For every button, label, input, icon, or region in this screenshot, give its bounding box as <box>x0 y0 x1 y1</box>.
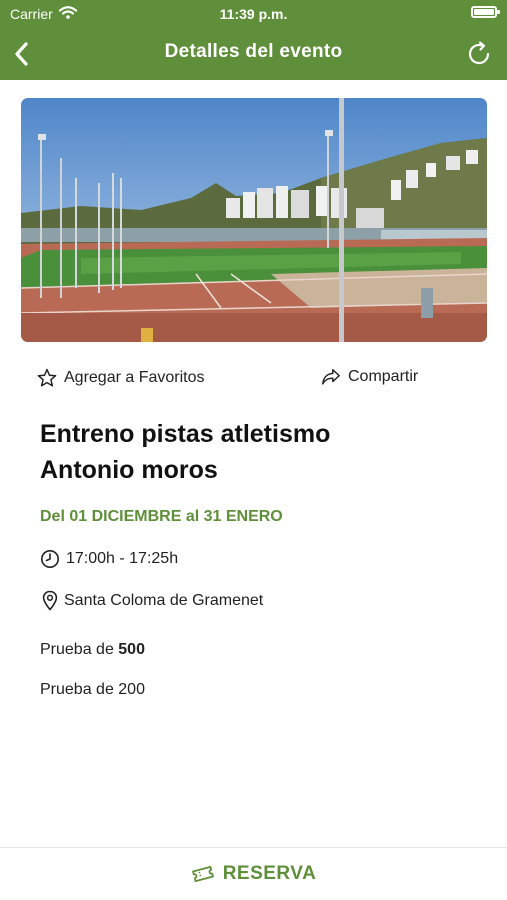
event-dates: Del 01 DICIEMBRE al 31 ENERO <box>40 508 283 525</box>
test-value: 500 <box>118 641 145 658</box>
event-details: Agregar a Favoritos Compartir Entreno pi… <box>0 80 507 847</box>
chevron-left-icon <box>15 42 28 66</box>
page-title: Detalles del evento <box>164 41 343 62</box>
test-value: 200 <box>118 681 145 698</box>
event-time-row: 17:00h - 17:25h <box>40 549 178 569</box>
nav-bar: Detalles del evento <box>0 28 507 80</box>
share-button[interactable]: Compartir <box>320 367 418 387</box>
status-bar: Carrier 11:39 p.m. <box>0 0 507 28</box>
test-item: Prueba de 200 <box>40 681 145 699</box>
stadium-photo <box>21 98 487 342</box>
event-time: 17:00h - 17:25h <box>66 550 179 567</box>
share-label: Compartir <box>348 368 419 385</box>
location-pin-icon <box>42 590 58 611</box>
ticket-icon <box>191 865 214 883</box>
event-title-line2: Antonio moros <box>40 456 218 484</box>
event-actions: Agregar a Favoritos Compartir <box>0 363 507 393</box>
battery-icon <box>471 6 500 18</box>
event-image <box>21 98 487 342</box>
event-location: Santa Coloma de Gramenet <box>64 591 264 609</box>
back-button[interactable] <box>6 38 38 70</box>
footer-bar: RESERVA <box>0 847 507 900</box>
event-location-row: Santa Coloma de Gramenet <box>42 590 263 611</box>
test-item: Prueba de 500 <box>40 641 145 659</box>
star-outline-icon <box>37 368 57 387</box>
test-prefix: Prueba de <box>40 641 119 658</box>
add-favorite-label: Agregar a Favoritos <box>64 369 205 386</box>
status-time: 11:39 p.m. <box>219 6 288 22</box>
event-title: Entreno pistas atletismo Antonio moros <box>40 416 460 488</box>
refresh-icon <box>468 41 490 65</box>
clock-icon <box>41 550 59 568</box>
app-header: Carrier 11:39 p.m. Detalles del evento <box>0 0 507 80</box>
refresh-button[interactable] <box>461 36 497 72</box>
add-favorite-button[interactable]: Agregar a Favoritos <box>36 367 205 389</box>
reserve-label: RESERVA <box>222 863 317 884</box>
share-arrow-icon <box>322 369 340 385</box>
test-prefix: Prueba de <box>40 681 119 698</box>
reserve-button[interactable]: RESERVA <box>191 863 317 885</box>
event-title-line1: Entreno pistas atletismo <box>40 420 331 448</box>
